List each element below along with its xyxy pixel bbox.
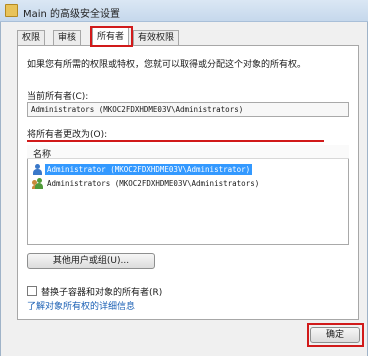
owner-description: 如果您有所需的权限或特权，您就可以取得或分配这个对象的所有权。	[27, 60, 307, 70]
list-item[interactable]: Administrators (MKOC2FDXHDME03V\Administ…	[29, 177, 347, 190]
group-icon	[32, 178, 43, 189]
replace-owner-label: 替换子容器和对象的所有者(R)	[41, 288, 163, 298]
other-users-button[interactable]: 其他用户或组(U)...	[27, 253, 155, 269]
tab-permissions[interactable]: 权限	[17, 30, 46, 45]
window-title: Main 的高级安全设置	[23, 9, 121, 20]
change-owner-annotation	[27, 140, 324, 142]
list-item-label: Administrators (MKOC2FDXHDME03V\Administ…	[47, 179, 260, 188]
list-item-label: Administrator (MKOC2FDXHDME03V\Administr…	[45, 164, 253, 175]
title-bar: Main 的高级安全设置	[0, 0, 368, 22]
current-owner-field: Administrators (MKOC2FDXHDME03V\Administ…	[27, 102, 349, 117]
current-owner-value: Administrators (MKOC2FDXHDME03V\Administ…	[31, 105, 244, 114]
owner-candidates-list[interactable]	[27, 145, 349, 245]
tab-effective-permissions[interactable]: 有效权限	[133, 30, 180, 45]
name-column-label: 名称	[33, 150, 52, 160]
ok-button-annotation	[307, 323, 364, 347]
owner-tab-annotation	[90, 26, 133, 47]
change-owner-label: 将所有者更改为(O):	[27, 130, 108, 140]
learn-more-link[interactable]: 了解对象所有权的详细信息	[27, 299, 135, 312]
replace-owner-checkbox[interactable]	[27, 286, 37, 296]
list-item[interactable]: Administrator (MKOC2FDXHDME03V\Administr…	[29, 163, 347, 176]
user-icon	[32, 164, 42, 175]
current-owner-label: 当前所有者(C):	[27, 92, 89, 102]
list-column-header[interactable]: 名称	[27, 145, 349, 160]
tab-auditing[interactable]: 审核	[53, 30, 82, 45]
folder-icon	[5, 4, 18, 17]
